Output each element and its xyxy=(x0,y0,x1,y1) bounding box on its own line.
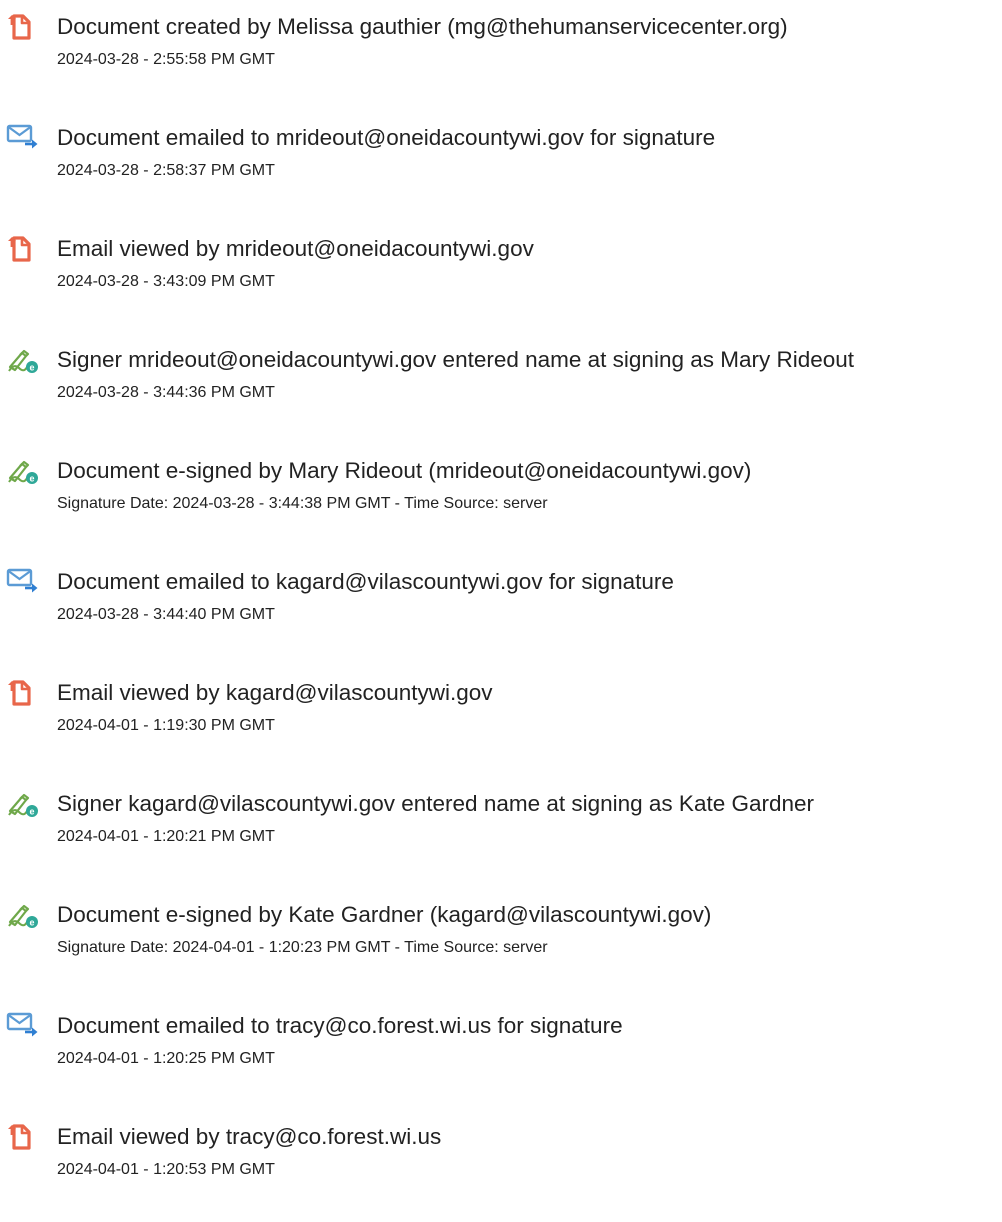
event-description: Document emailed to kagard@vilascountywi… xyxy=(57,569,674,594)
event-description: Document emailed to mrideout@oneidacount… xyxy=(57,125,716,150)
event-description: Email viewed by tracy@co.forest.wi.us xyxy=(57,1124,442,1149)
email-icon xyxy=(6,567,42,597)
document-icon xyxy=(6,678,42,708)
email-icon xyxy=(6,123,42,153)
audit-event: e Document e-signed by Mary Rideout (mrid… xyxy=(0,456,1002,536)
svg-text:e: e xyxy=(29,363,34,373)
event-timestamp: 2024-04-01 - 1:20:25 PM GMT xyxy=(57,1050,275,1067)
signature-icon: e xyxy=(6,900,42,930)
signature-icon: e xyxy=(6,345,42,375)
document-icon xyxy=(6,12,42,42)
svg-text:e: e xyxy=(29,474,34,484)
event-timestamp: 2024-04-01 - 1:20:53 PM GMT xyxy=(57,1161,275,1178)
audit-event: e Document e-signed by Kate Gardner (kaga… xyxy=(0,900,1002,980)
event-timestamp: 2024-04-01 - 1:20:21 PM GMT xyxy=(57,828,275,845)
audit-event: e Signer kagard@vilascountywi.gov entered… xyxy=(0,789,1002,869)
event-description: Email viewed by mrideout@oneidacountywi.… xyxy=(57,236,534,261)
signature-icon: e xyxy=(6,789,42,819)
event-timestamp: 2024-03-28 - 2:58:37 PM GMT xyxy=(57,162,275,179)
signature-icon: e xyxy=(6,456,42,486)
event-description: Signer mrideout@oneidacountywi.gov enter… xyxy=(57,347,855,372)
event-description: Signer kagard@vilascountywi.gov entered … xyxy=(57,791,815,816)
audit-event: Document created by Melissa gauthier (mg… xyxy=(0,12,1002,92)
audit-event: Email viewed by tracy@co.forest.wi.us 202… xyxy=(0,1122,1002,1202)
audit-event: Document emailed to mrideout@oneidacount… xyxy=(0,123,1002,203)
svg-text:e: e xyxy=(29,918,34,928)
audit-event: Email viewed by kagard@vilascountywi.gov… xyxy=(0,678,1002,758)
event-timestamp: 2024-03-28 - 3:44:40 PM GMT xyxy=(57,606,275,623)
svg-text:e: e xyxy=(29,807,34,817)
document-icon xyxy=(6,234,42,264)
audit-event: Document emailed to kagard@vilascountywi… xyxy=(0,567,1002,647)
event-timestamp: 2024-04-01 - 1:19:30 PM GMT xyxy=(57,717,275,734)
event-description: Document e-signed by Kate Gardner (kagar… xyxy=(57,902,712,927)
event-description: Document created by Melissa gauthier (mg… xyxy=(57,14,788,39)
email-icon xyxy=(6,1011,42,1041)
audit-event: e Signer mrideout@oneidacountywi.gov ente… xyxy=(0,345,1002,425)
event-timestamp: 2024-03-28 - 3:43:09 PM GMT xyxy=(57,273,275,290)
event-description: Document emailed to tracy@co.forest.wi.u… xyxy=(57,1013,623,1038)
event-timestamp: 2024-03-28 - 3:44:36 PM GMT xyxy=(57,384,275,401)
event-description: Email viewed by kagard@vilascountywi.gov xyxy=(57,680,493,705)
audit-event: Document emailed to tracy@co.forest.wi.u… xyxy=(0,1011,1002,1091)
event-timestamp: Signature Date: 2024-04-01 - 1:20:23 PM … xyxy=(57,939,548,956)
event-timestamp: 2024-03-28 - 2:55:58 PM GMT xyxy=(57,51,275,68)
event-timestamp: Signature Date: 2024-03-28 - 3:44:38 PM … xyxy=(57,495,548,512)
document-icon xyxy=(6,1122,42,1152)
audit-event: Email viewed by mrideout@oneidacountywi.… xyxy=(0,234,1002,314)
event-description: Document e-signed by Mary Rideout (mride… xyxy=(57,458,752,483)
audit-event-list: Document created by Melissa gauthier (mg… xyxy=(0,0,1002,1222)
